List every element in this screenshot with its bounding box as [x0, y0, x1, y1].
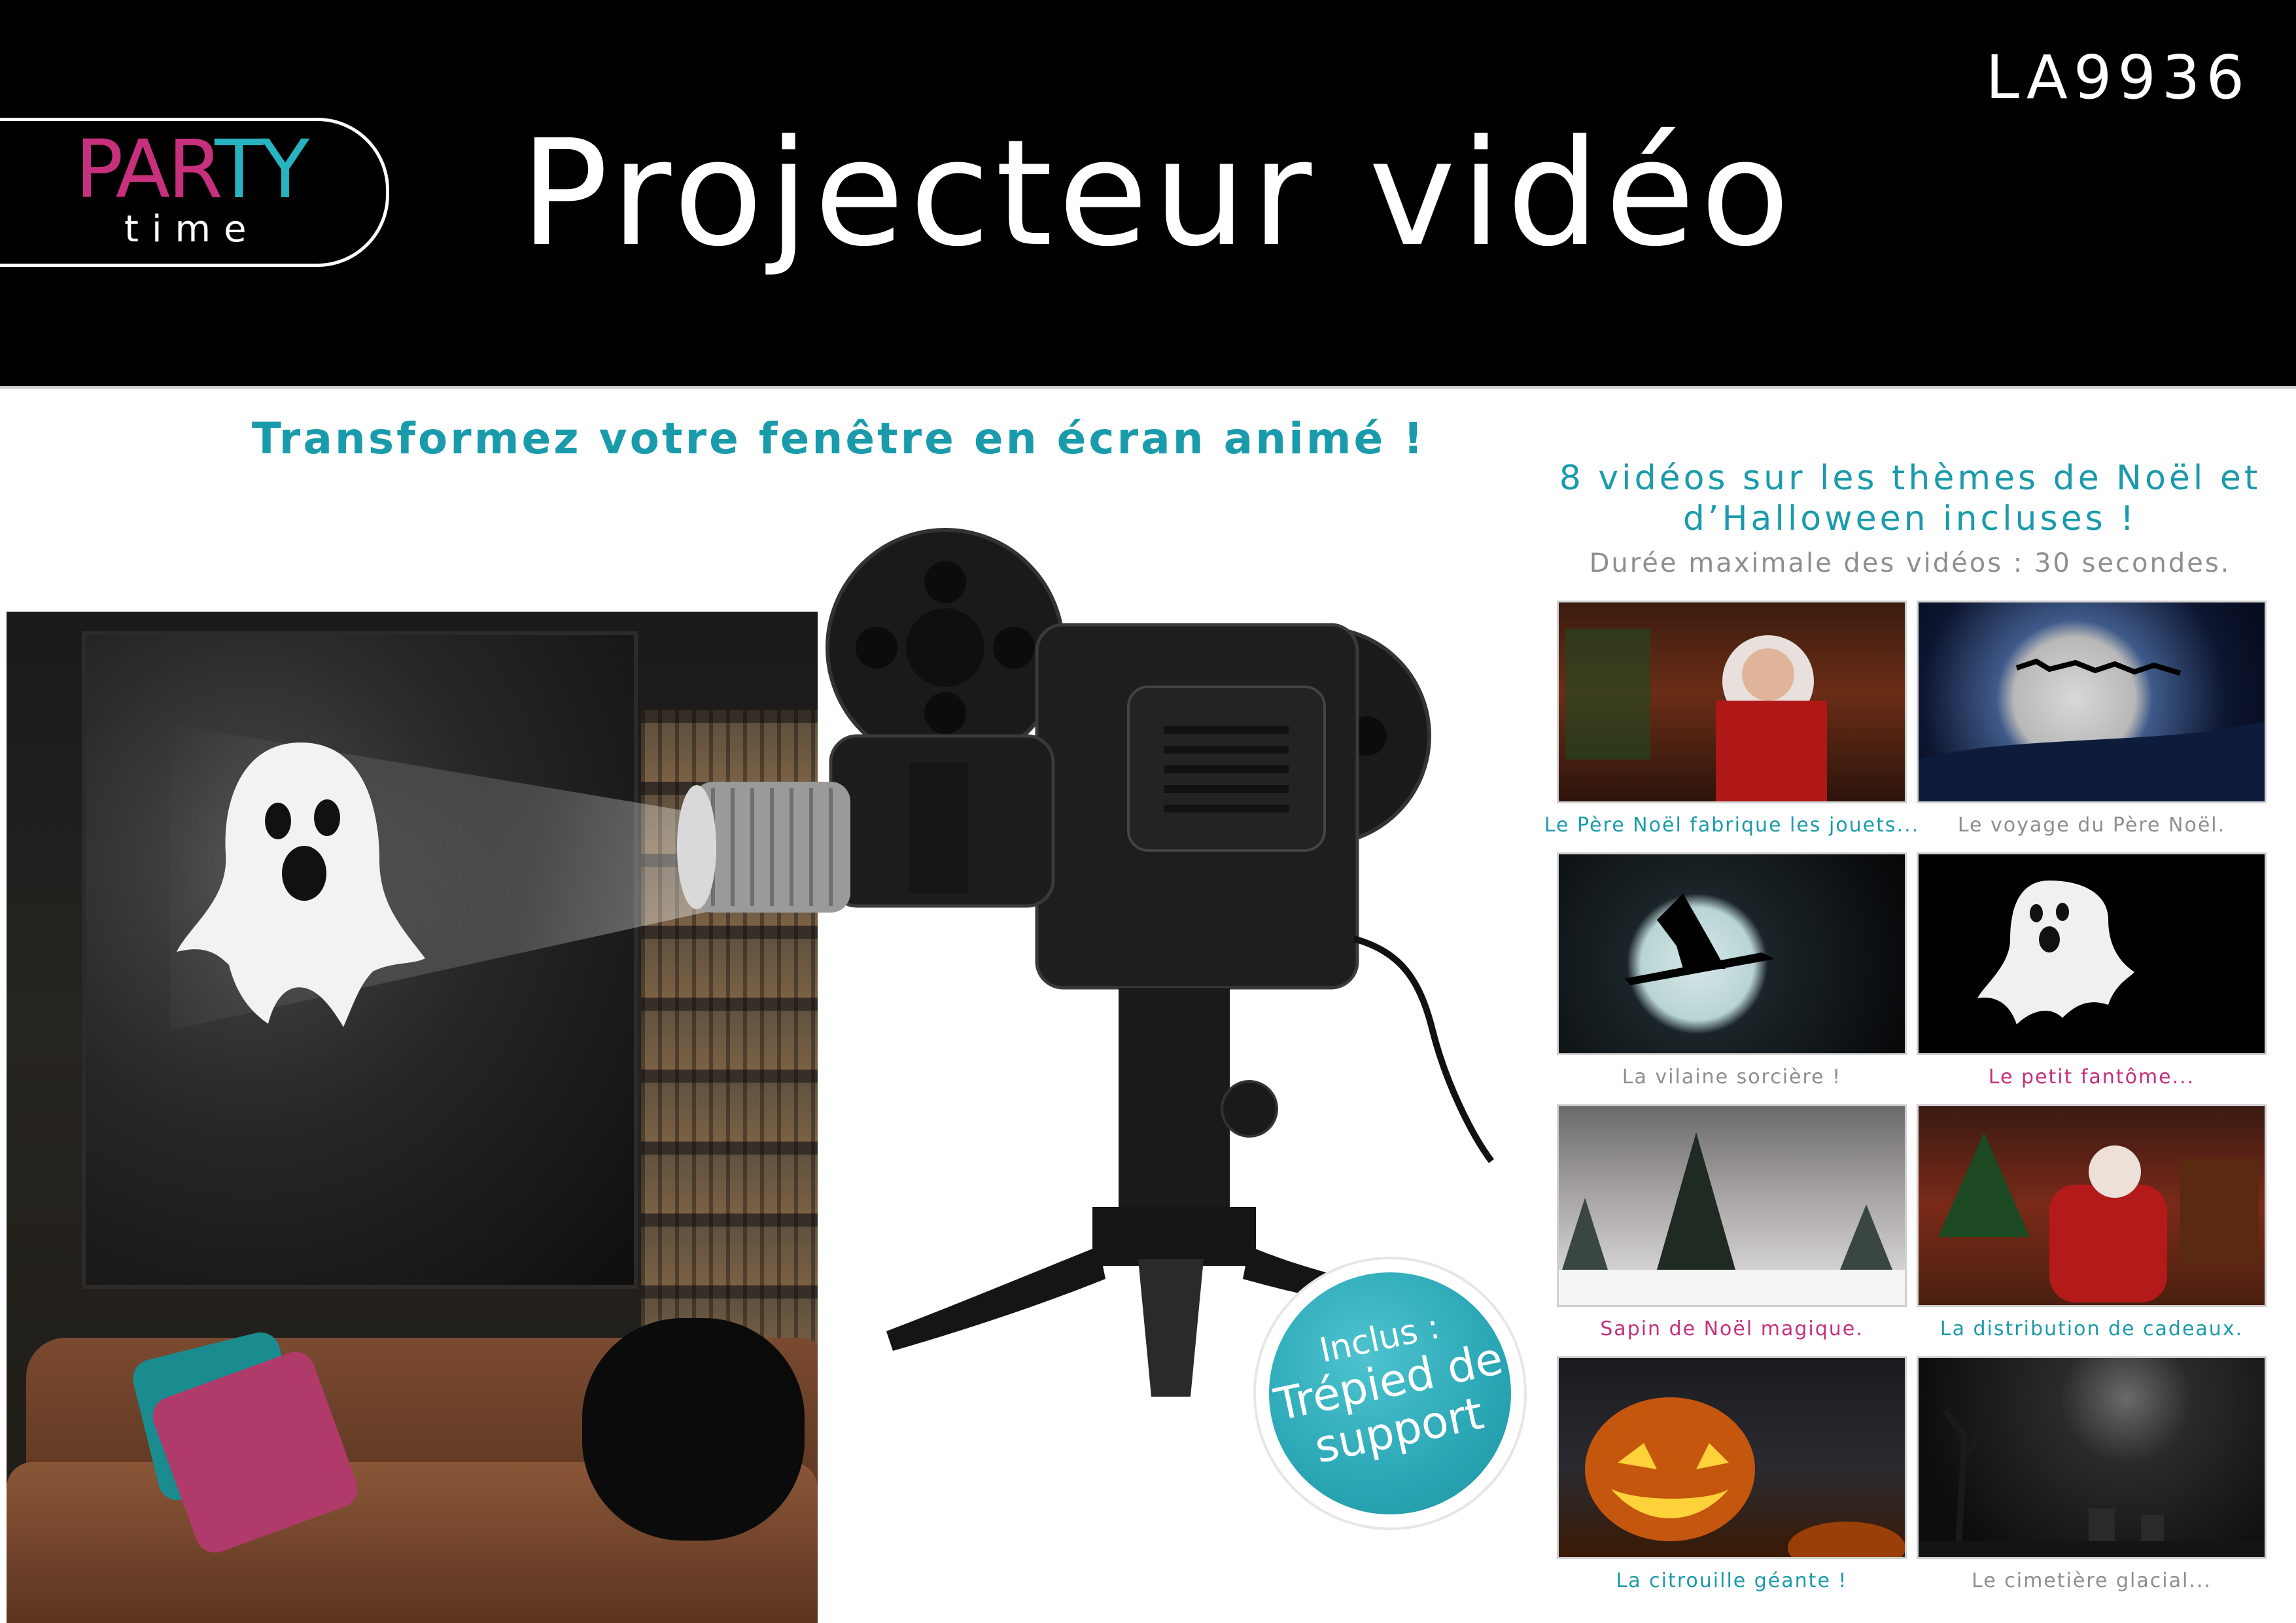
video-caption: Le petit fantôme... [1988, 1066, 2195, 1089]
product-code: LA9936 [1985, 43, 2250, 113]
video-caption: Sapin de Noël magique. [1600, 1318, 1864, 1340]
tagline: Transformez votre fenêtre en écran animé… [252, 413, 1426, 464]
included-tripod-badge: Inclus : Trépied de support [1256, 1259, 1524, 1527]
video-thumbnail-witch-moon [1557, 852, 1907, 1055]
video-thumbnail-santa-workshop [1557, 601, 1907, 803]
video-caption: Le Père Noël fabrique les jouets... [1544, 814, 1920, 837]
video-caption: La vilaine sorcière ! [1622, 1066, 1842, 1089]
video-caption: La citrouille géante ! [1616, 1569, 1848, 1592]
video-thumbnail-ghost [1917, 852, 2267, 1055]
videos-heading: 8 vidéos sur les thèmes de Noël et d’Hal… [1559, 459, 2261, 538]
video-thumbnail-sleigh-moon [1917, 601, 2267, 803]
brand-logo: PARTY [75, 123, 309, 216]
ghost-projection-icon [177, 742, 425, 1027]
video-thumbnail-cemetery [1917, 1356, 2267, 1559]
brand-logo-subtitle: time [124, 208, 260, 251]
video-thumbnail-jack-o-lantern [1557, 1356, 1907, 1559]
page-title: Projecteur vidéo [520, 108, 1796, 279]
video-caption: Le voyage du Père Noël. [1957, 814, 2226, 837]
video-caption: La distribution de cadeaux. [1939, 1318, 2244, 1340]
video-thumbnail-santa-gifts [1917, 1104, 2267, 1307]
video-thumbnail-snowy-tree [1557, 1104, 1907, 1307]
header-banner: PARTY time LA9936 Projecteur vidéo [0, 0, 2296, 386]
header-divider [0, 386, 2296, 389]
video-caption: Le cimetière glacial... [1972, 1569, 2212, 1592]
duration-note: Durée maximale des vidéos : 30 secondes. [1589, 548, 2231, 578]
